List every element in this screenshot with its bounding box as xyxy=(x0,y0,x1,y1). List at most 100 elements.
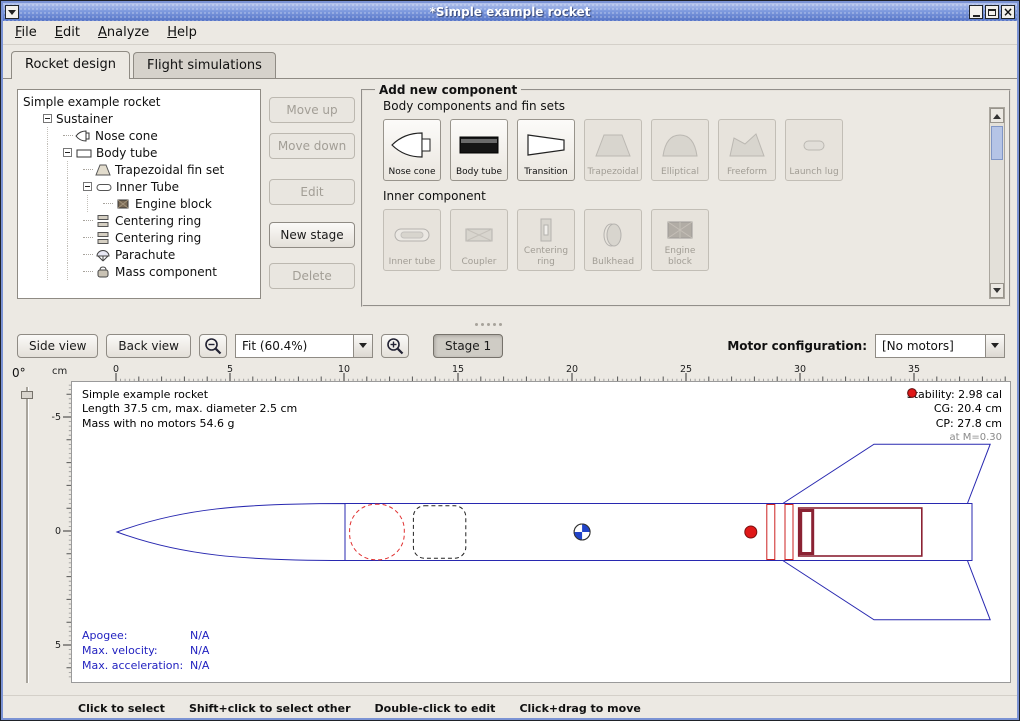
rocket-name: Simple example rocket xyxy=(82,388,297,402)
launchlug-icon xyxy=(792,124,836,167)
horizontal-ruler: 05101520253035 xyxy=(71,363,1011,381)
centeringring-icon xyxy=(524,214,568,246)
flight-data-value: N/A xyxy=(190,644,209,659)
status-hint: Click to select xyxy=(78,702,165,715)
tree-item-simple-example-rocket[interactable]: Simple example rocket xyxy=(23,93,260,110)
add-freeform-button: Freeform xyxy=(718,119,776,181)
component-scrollbar[interactable] xyxy=(989,107,1005,299)
side-view-button[interactable]: Side view xyxy=(17,334,98,358)
tree-item-mass-component[interactable]: Mass component xyxy=(23,263,260,280)
component-button-label: Body tube xyxy=(456,167,502,177)
svg-text:5: 5 xyxy=(55,640,61,651)
scroll-up-button[interactable] xyxy=(990,108,1004,123)
stability-value: Stability: 2.98 cal xyxy=(907,388,1002,402)
tree-item-engine-block[interactable]: Engine block xyxy=(23,195,260,212)
nosecone-icon xyxy=(390,124,434,167)
tree-item-centering-ring[interactable]: Centering ring xyxy=(23,229,260,246)
innertube-icon xyxy=(96,180,112,194)
bodytube-icon xyxy=(457,124,501,167)
tree-item-sustainer[interactable]: Sustainer xyxy=(23,110,260,127)
add-body-tube-button[interactable]: Body tube xyxy=(450,119,508,181)
divider-grip-icon xyxy=(475,323,502,326)
split-divider[interactable] xyxy=(3,319,1017,331)
tree-item-body-tube[interactable]: Body tube xyxy=(23,144,260,161)
flight-data-row: Max. velocity:N/A xyxy=(82,644,209,659)
component-button-label: Engine block xyxy=(654,246,706,267)
new-stage-button[interactable]: New stage xyxy=(269,222,355,248)
zoom-out-button[interactable] xyxy=(199,334,227,358)
add-engine-block-button: Engine block xyxy=(651,209,709,271)
maximize-button[interactable] xyxy=(985,5,999,19)
add-transition-button[interactable]: Transition xyxy=(517,119,575,181)
add-nose-cone-button[interactable]: Nose cone xyxy=(383,119,441,181)
cp-value: CP: 27.8 cm xyxy=(936,417,1002,431)
arrow-up-icon xyxy=(993,110,1001,119)
finset-icon xyxy=(95,163,111,177)
engineblock-icon xyxy=(115,197,131,211)
component-tree[interactable]: Simple example rocketSustainer Nose cone B… xyxy=(17,89,261,299)
status-hint: Shift+click to select other xyxy=(189,702,351,715)
stage-1-toggle[interactable]: Stage 1 xyxy=(433,334,503,358)
chevron-down-icon[interactable] xyxy=(985,334,1005,358)
rocket-mass: Mass with no motors 54.6 g xyxy=(82,417,297,431)
design-canvas[interactable]: Simple example rocket Length 37.5 cm, ma… xyxy=(71,381,1011,683)
component-button-label: Centering ring xyxy=(520,246,572,267)
add-launch-lug-button: Launch lug xyxy=(785,119,843,181)
tab-flight-simulations[interactable]: Flight simulations xyxy=(133,52,276,78)
tab-strip: Rocket designFlight simulations xyxy=(3,45,1017,79)
move-up-button: Move up xyxy=(269,97,355,123)
tree-expander-icon[interactable] xyxy=(83,182,92,191)
tree-item-label: Trapezoidal fin set xyxy=(115,163,224,177)
centeringring-icon xyxy=(95,231,111,245)
tree-expander-icon[interactable] xyxy=(63,148,72,157)
zoom-in-button[interactable] xyxy=(381,334,409,358)
menu-edit[interactable]: Edit xyxy=(47,22,88,43)
tree-item-centering-ring[interactable]: Centering ring xyxy=(23,212,260,229)
flight-data-value: N/A xyxy=(190,659,209,674)
menu-analyze[interactable]: Analyze xyxy=(90,22,157,43)
tree-item-trapezoidal-fin-set[interactable]: Trapezoidal fin set xyxy=(23,161,260,178)
status-hint: Double-click to edit xyxy=(375,702,496,715)
scroll-thumb[interactable] xyxy=(991,126,1003,160)
tree-expander-icon[interactable] xyxy=(43,114,52,123)
tree-item-label: Nose cone xyxy=(95,129,158,143)
svg-text:0: 0 xyxy=(113,364,119,375)
tree-item-inner-tube[interactable]: Inner Tube xyxy=(23,178,260,195)
motor-configuration-select[interactable]: [No motors] xyxy=(875,334,1005,358)
component-button-label: Freeform xyxy=(727,167,767,177)
rotation-slider[interactable] xyxy=(21,387,33,683)
tree-item-label: Body tube xyxy=(96,146,157,160)
scroll-down-button[interactable] xyxy=(990,283,1004,298)
svg-text:35: 35 xyxy=(908,364,920,375)
bulkhead-icon xyxy=(591,214,635,257)
component-button-label: Trapezoidal xyxy=(587,167,638,177)
component-button-label: Inner tube xyxy=(389,257,436,267)
tree-item-parachute[interactable]: Parachute xyxy=(23,246,260,263)
titlebar[interactable]: *Simple example rocket × xyxy=(3,3,1017,21)
menu-file[interactable]: File xyxy=(7,22,45,43)
chevron-down-icon[interactable] xyxy=(353,334,373,358)
tree-item-label: Inner Tube xyxy=(116,180,179,194)
bodytube-icon xyxy=(76,146,92,160)
mass-icon xyxy=(95,265,111,279)
tree-item-label: Engine block xyxy=(135,197,212,211)
close-button[interactable]: × xyxy=(1001,5,1015,19)
back-view-button[interactable]: Back view xyxy=(106,334,191,358)
menu-help[interactable]: Help xyxy=(159,22,205,43)
component-button-label: Coupler xyxy=(462,257,497,267)
add-inner-tube-button: Inner tube xyxy=(383,209,441,271)
edit-button: Edit xyxy=(269,179,355,205)
stability-info: Stability: 2.98 cal CG: 20.4 cm CP: 27.8… xyxy=(907,388,1002,444)
tab-rocket-design[interactable]: Rocket design xyxy=(11,51,130,79)
cg-value: CG: 20.4 cm xyxy=(934,402,1002,416)
status-bar: Click to select Shift+click to select oth… xyxy=(3,695,1017,718)
add-coupler-button: Coupler xyxy=(450,209,508,271)
tree-item-nose-cone[interactable]: Nose cone xyxy=(23,127,260,144)
minimize-button[interactable] xyxy=(969,5,983,19)
tree-item-label: Centering ring xyxy=(115,231,201,245)
zoom-select[interactable]: Fit (60.4%) xyxy=(235,334,373,358)
rotation-slider-handle[interactable] xyxy=(21,391,33,399)
delete-button: Delete xyxy=(269,263,355,289)
engineblock-icon xyxy=(658,214,702,246)
move-down-button: Move down xyxy=(269,133,355,159)
